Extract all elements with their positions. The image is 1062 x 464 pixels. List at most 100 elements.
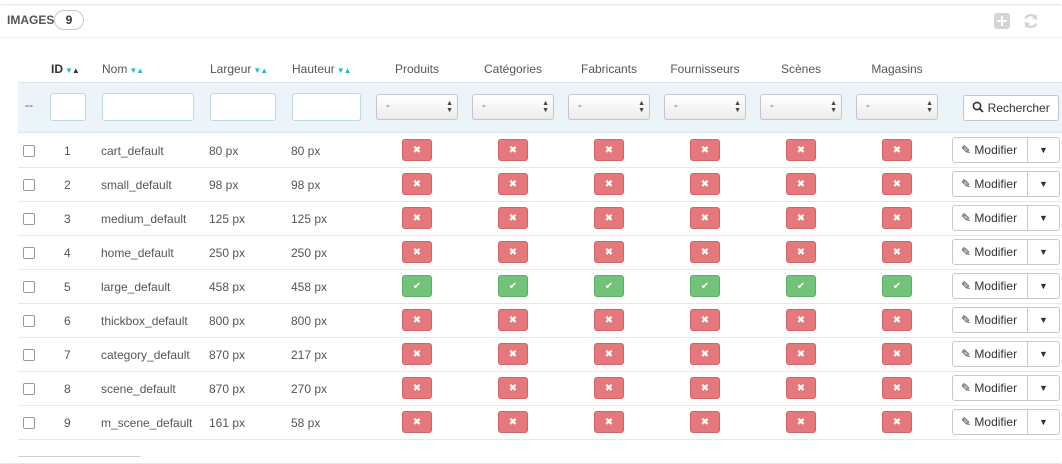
filter-height-input[interactable] xyxy=(292,93,361,121)
cross-icon[interactable]: ✖ xyxy=(594,139,624,161)
caret-down-icon[interactable]: ▼ xyxy=(1028,205,1060,231)
sort-height-icon[interactable]: ▼▲ xyxy=(337,66,352,75)
cross-icon[interactable]: ✖ xyxy=(402,309,432,331)
row-checkbox[interactable] xyxy=(23,417,35,429)
cross-icon[interactable]: ✖ xyxy=(402,207,432,229)
cross-icon[interactable]: ✖ xyxy=(882,377,912,399)
cross-icon[interactable]: ✖ xyxy=(690,241,720,263)
edit-button[interactable]: ✎ Modifier xyxy=(952,239,1028,265)
cross-icon[interactable]: ✖ xyxy=(594,377,624,399)
cross-icon[interactable]: ✖ xyxy=(402,241,432,263)
check-icon[interactable]: ✔ xyxy=(786,275,816,297)
filter-suppliers-select[interactable]: - ▲ ▼ xyxy=(664,94,746,120)
cross-icon[interactable]: ✖ xyxy=(498,411,528,433)
edit-button[interactable]: ✎ Modifier xyxy=(952,205,1028,231)
cross-icon[interactable]: ✖ xyxy=(402,173,432,195)
column-name[interactable]: Nom ▼▲ xyxy=(102,62,144,76)
check-icon[interactable]: ✔ xyxy=(882,275,912,297)
caret-down-icon[interactable]: ▼ xyxy=(1028,375,1060,401)
filter-id-input[interactable] xyxy=(50,93,86,121)
cross-icon[interactable]: ✖ xyxy=(690,173,720,195)
row-checkbox[interactable] xyxy=(23,383,35,395)
edit-button[interactable]: ✎ Modifier xyxy=(952,307,1028,333)
row-checkbox[interactable] xyxy=(23,315,35,327)
cross-icon[interactable]: ✖ xyxy=(786,411,816,433)
cross-icon[interactable]: ✖ xyxy=(690,207,720,229)
caret-down-icon[interactable]: ▼ xyxy=(1028,273,1060,299)
cross-icon[interactable]: ✖ xyxy=(882,343,912,365)
caret-down-icon[interactable]: ▼ xyxy=(1028,239,1060,265)
edit-button[interactable]: ✎ Modifier xyxy=(952,341,1028,367)
sort-width-icon[interactable]: ▼▲ xyxy=(253,66,268,75)
caret-down-icon[interactable]: ▼ xyxy=(1028,171,1060,197)
filter-categories-select[interactable]: - ▲ ▼ xyxy=(472,94,554,120)
row-checkbox[interactable] xyxy=(23,145,35,157)
cross-icon[interactable]: ✖ xyxy=(786,241,816,263)
cross-icon[interactable]: ✖ xyxy=(498,377,528,399)
filter-stores-select[interactable]: - ▲ ▼ xyxy=(856,94,938,120)
filter-width-input[interactable] xyxy=(210,93,276,121)
cross-icon[interactable]: ✖ xyxy=(786,343,816,365)
caret-down-icon[interactable]: ▼ xyxy=(1028,409,1060,435)
cross-icon[interactable]: ✖ xyxy=(498,241,528,263)
cross-icon[interactable]: ✖ xyxy=(786,139,816,161)
cross-icon[interactable]: ✖ xyxy=(594,173,624,195)
column-width[interactable]: Largeur ▼▲ xyxy=(210,62,268,76)
cross-icon[interactable]: ✖ xyxy=(594,309,624,331)
cross-icon[interactable]: ✖ xyxy=(402,411,432,433)
cross-icon[interactable]: ✖ xyxy=(786,207,816,229)
cross-icon[interactable]: ✖ xyxy=(690,411,720,433)
sort-id-icon[interactable]: ▼▲ xyxy=(65,66,80,75)
cross-icon[interactable]: ✖ xyxy=(498,207,528,229)
cross-icon[interactable]: ✖ xyxy=(882,411,912,433)
row-checkbox[interactable] xyxy=(23,247,35,259)
cross-icon[interactable]: ✖ xyxy=(690,139,720,161)
row-checkbox[interactable] xyxy=(23,349,35,361)
cross-icon[interactable]: ✖ xyxy=(786,173,816,195)
cross-icon[interactable]: ✖ xyxy=(498,309,528,331)
cross-icon[interactable]: ✖ xyxy=(786,377,816,399)
cross-icon[interactable]: ✖ xyxy=(786,309,816,331)
refresh-icon[interactable] xyxy=(1021,11,1041,31)
cross-icon[interactable]: ✖ xyxy=(594,207,624,229)
column-height[interactable]: Hauteur ▼▲ xyxy=(292,62,352,76)
bulk-actions[interactable]: -- xyxy=(25,98,33,112)
cross-icon[interactable]: ✖ xyxy=(402,139,432,161)
check-icon[interactable]: ✔ xyxy=(690,275,720,297)
cross-icon[interactable]: ✖ xyxy=(882,139,912,161)
cross-icon[interactable]: ✖ xyxy=(690,309,720,331)
check-icon[interactable]: ✔ xyxy=(498,275,528,297)
check-icon[interactable]: ✔ xyxy=(594,275,624,297)
cross-icon[interactable]: ✖ xyxy=(690,377,720,399)
cross-icon[interactable]: ✖ xyxy=(498,173,528,195)
cross-icon[interactable]: ✖ xyxy=(882,207,912,229)
search-button[interactable]: Rechercher xyxy=(963,95,1059,121)
edit-button[interactable]: ✎ Modifier xyxy=(952,409,1028,435)
cross-icon[interactable]: ✖ xyxy=(402,377,432,399)
cross-icon[interactable]: ✖ xyxy=(498,343,528,365)
cross-icon[interactable]: ✖ xyxy=(690,343,720,365)
cross-icon[interactable]: ✖ xyxy=(882,241,912,263)
plus-square-icon[interactable] xyxy=(992,11,1012,31)
caret-down-icon[interactable]: ▼ xyxy=(1028,341,1060,367)
row-checkbox[interactable] xyxy=(23,281,35,293)
column-id[interactable]: ID ▼▲ xyxy=(51,62,80,76)
cross-icon[interactable]: ✖ xyxy=(594,411,624,433)
filter-products-select[interactable]: - ▲ ▼ xyxy=(376,94,458,120)
check-icon[interactable]: ✔ xyxy=(402,275,432,297)
filter-manufacturers-select[interactable]: - ▲ ▼ xyxy=(568,94,650,120)
edit-button[interactable]: ✎ Modifier xyxy=(952,171,1028,197)
filter-name-input[interactable] xyxy=(102,93,194,121)
caret-down-icon[interactable]: ▼ xyxy=(1028,137,1060,163)
cross-icon[interactable]: ✖ xyxy=(594,241,624,263)
edit-button[interactable]: ✎ Modifier xyxy=(952,273,1028,299)
caret-down-icon[interactable]: ▼ xyxy=(1028,307,1060,333)
cross-icon[interactable]: ✖ xyxy=(594,343,624,365)
cross-icon[interactable]: ✖ xyxy=(882,173,912,195)
edit-button[interactable]: ✎ Modifier xyxy=(952,375,1028,401)
cross-icon[interactable]: ✖ xyxy=(498,139,528,161)
sort-name-icon[interactable]: ▼▲ xyxy=(129,66,144,75)
row-checkbox[interactable] xyxy=(23,179,35,191)
filter-scenes-select[interactable]: - ▲ ▼ xyxy=(760,94,842,120)
edit-button[interactable]: ✎ Modifier xyxy=(952,137,1028,163)
